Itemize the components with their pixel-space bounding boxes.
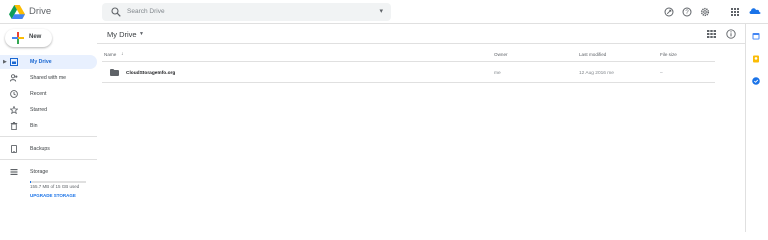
upgrade-storage-link[interactable]: UPGRADE STORAGE — [30, 193, 76, 198]
sort-down-arrow-icon[interactable]: ↓ — [121, 51, 124, 57]
sidebar-item-my-drive[interactable]: ▶ My Drive — [0, 55, 97, 69]
cloud-account-icon[interactable] — [748, 6, 762, 16]
sidebar-item-label: My Drive — [30, 58, 52, 65]
storage-progress-bar — [30, 181, 86, 183]
sidebar-item-label: Shared with me — [30, 74, 67, 81]
phone-icon — [11, 145, 17, 153]
clock-icon — [10, 90, 18, 98]
drive-logo-icon[interactable] — [9, 5, 25, 19]
file-last-modified: 12 Aug 2016 me — [579, 71, 614, 76]
sidebar-item-recent[interactable]: Recent — [0, 87, 97, 101]
sidebar-item-backups[interactable]: Backups — [0, 142, 97, 156]
grid-view-icon[interactable] — [707, 30, 716, 38]
sidebar-item-shared[interactable]: Shared with me — [0, 71, 97, 85]
folder-icon — [110, 69, 119, 76]
new-button-label: New — [29, 34, 42, 40]
column-header-owner: Owner — [494, 52, 508, 57]
sidebar-item-label: Backups — [30, 145, 50, 152]
toolbar-divider — [97, 43, 745, 44]
column-header-file-size: File size — [660, 52, 677, 57]
trash-icon — [10, 122, 18, 130]
sidebar-item-storage[interactable]: Storage — [0, 165, 97, 179]
settings-gear-icon[interactable] — [700, 7, 710, 17]
calendar-icon[interactable] — [752, 32, 760, 40]
top-bar: Drive Search Drive ▾ ? — [0, 0, 768, 24]
shared-icon — [10, 74, 18, 82]
search-options-icon[interactable]: ▾ — [379, 7, 383, 15]
storage-used-text: 155.7 MB of 15 GB used — [30, 184, 80, 189]
sidebar-divider — [0, 159, 97, 160]
sidebar-item-label: Bin — [30, 122, 38, 129]
help-icon[interactable]: ? — [682, 7, 692, 17]
search-bar[interactable]: Search Drive ▾ — [102, 3, 391, 21]
column-header-name[interactable]: Name — [104, 52, 116, 57]
keep-icon[interactable] — [752, 55, 760, 63]
row-divider — [102, 82, 715, 83]
apps-grid-icon[interactable] — [730, 7, 740, 17]
sidebar-item-starred[interactable]: Starred — [0, 103, 97, 117]
column-header-last-modified: Last modified — [579, 52, 607, 57]
search-input[interactable]: Search Drive — [127, 8, 165, 15]
search-icon[interactable] — [111, 7, 121, 17]
info-icon[interactable] — [726, 29, 736, 39]
tasks-icon[interactable] — [752, 77, 760, 85]
file-owner: me — [494, 71, 501, 76]
my-drive-icon — [10, 58, 18, 66]
app-title: Drive — [29, 6, 52, 17]
side-panel-divider — [745, 24, 746, 232]
new-button[interactable]: New — [5, 29, 52, 47]
sidebar-item-label: Starred — [30, 106, 48, 113]
breadcrumb[interactable]: My Drive — [107, 30, 137, 39]
sidebar-divider — [0, 136, 97, 137]
plus-icon — [12, 32, 24, 44]
sidebar-item-bin[interactable]: Bin — [0, 119, 97, 133]
chevron-down-icon[interactable]: ▼ — [139, 31, 144, 37]
sidebar-item-label: Storage — [30, 168, 49, 175]
storage-progress-fill — [30, 181, 32, 183]
offline-status-icon[interactable] — [664, 7, 674, 17]
header-divider — [102, 61, 715, 62]
file-size: – — [660, 71, 663, 76]
star-icon — [10, 106, 18, 114]
sidebar-item-label: Recent — [30, 90, 47, 97]
expand-caret-icon[interactable]: ▶ — [3, 59, 7, 65]
storage-icon — [10, 169, 18, 175]
file-name[interactable]: CloudStorageInfo.org — [126, 71, 175, 76]
